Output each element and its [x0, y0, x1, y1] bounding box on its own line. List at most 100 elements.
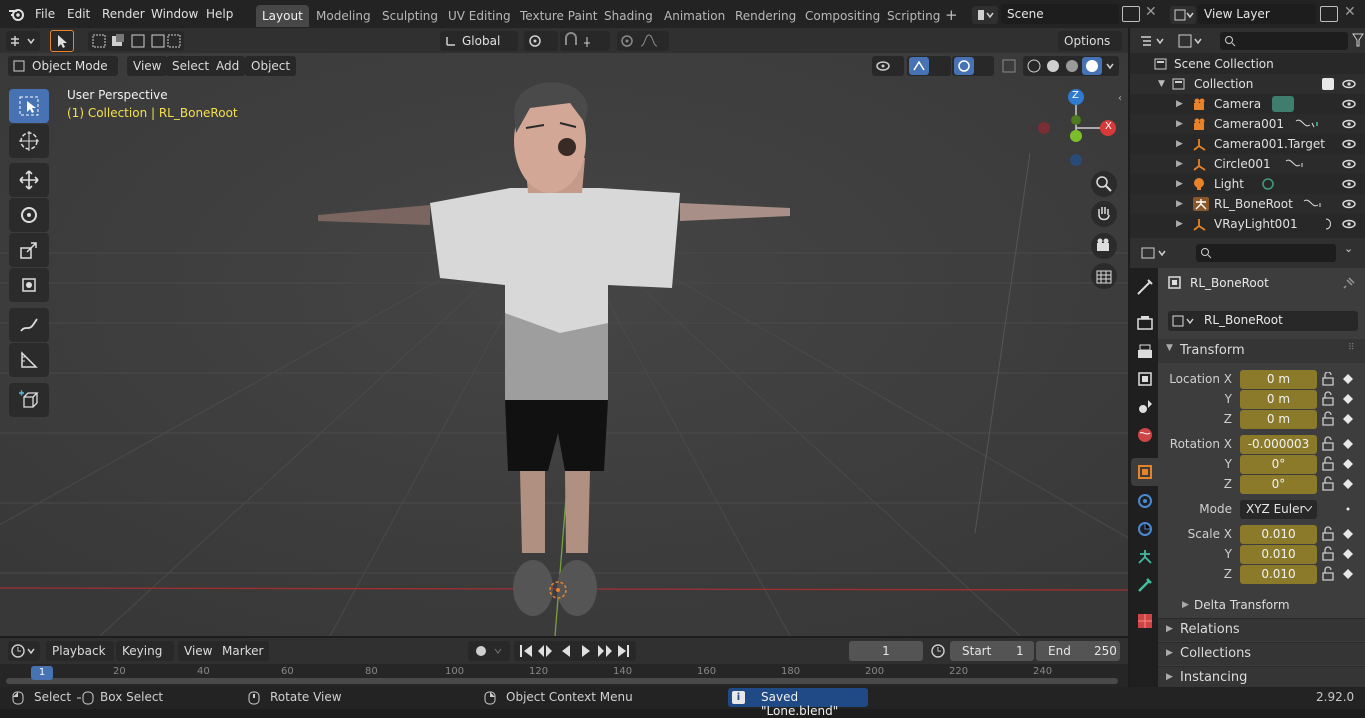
expand-arrow-icon[interactable]: ▶ [1176, 174, 1183, 194]
location-z-field[interactable]: 0 m [1240, 410, 1317, 429]
navigation-gizmo[interactable]: Z X [1030, 85, 1122, 169]
menu-file[interactable]: File [29, 4, 61, 24]
object-name-field[interactable]: RL_BoneRoot [1168, 311, 1358, 331]
menu-add[interactable]: Add [210, 56, 246, 76]
expand-arrow-icon[interactable]: ▶ [1176, 134, 1183, 154]
render-tab-icon[interactable] [1134, 312, 1156, 334]
rotation-mode-dropdown[interactable]: XYZ Euler [1240, 500, 1317, 519]
menu-edit[interactable]: Edit [61, 4, 96, 24]
start-frame-field[interactable]: Start 1 [950, 641, 1034, 661]
menu-window[interactable]: Window [145, 4, 204, 24]
add-workspace-button[interactable]: + [945, 6, 958, 24]
playhead[interactable]: 1 [31, 666, 53, 680]
tab-layout[interactable]: Layout [256, 5, 309, 27]
outliner-collection[interactable]: ▼ Collection [1130, 74, 1365, 94]
texture-tab-icon[interactable] [1134, 610, 1156, 632]
tab-sculpting[interactable]: Sculpting [376, 5, 444, 27]
relations-panel-header[interactable]: ▶ Relations [1158, 618, 1365, 641]
scene-tab-icon[interactable] [1134, 396, 1156, 418]
scale-x-field[interactable]: 0.010 [1240, 525, 1317, 544]
tab-modeling[interactable]: Modeling [310, 5, 377, 27]
rotation-y-field[interactable]: 0° [1240, 455, 1317, 474]
drag-handle-icon[interactable]: ⠿ [1348, 343, 1355, 353]
auto-keying-toggle[interactable] [468, 641, 510, 661]
collapse-arrow-icon[interactable]: ▼ [1158, 74, 1165, 94]
visibility-icon[interactable] [872, 56, 904, 76]
outliner-search-input[interactable] [1220, 32, 1348, 50]
cursor-tool[interactable] [9, 124, 49, 158]
scene-name-field[interactable]: Scene [1001, 4, 1119, 24]
xray-icon[interactable] [999, 56, 1019, 76]
modifier-tab-icon[interactable] [1134, 490, 1156, 512]
outliner-item-camera001[interactable]: ▶ Camera001 [1130, 114, 1365, 134]
scale-tool[interactable] [9, 233, 49, 267]
3d-viewport[interactable]: User Perspective (1) Collection | RL_Bon… [0, 53, 1128, 636]
delta-transform-subpanel[interactable]: ▶ Delta Transform [1158, 595, 1365, 617]
sidebar-toggle-icon[interactable]: ‹ [1118, 93, 1122, 104]
keying-menu[interactable]: Keying [116, 641, 174, 661]
lock-keyframe-icons[interactable] [1322, 372, 1362, 587]
scale-y-field[interactable]: 0.010 [1240, 545, 1317, 564]
transform-tool[interactable] [9, 268, 49, 302]
pin-icon[interactable] [1342, 276, 1356, 290]
options-dropdown[interactable]: Options [1058, 31, 1122, 51]
properties-search-input[interactable] [1196, 244, 1336, 262]
collections-panel-header[interactable]: ▶ Collections [1158, 642, 1365, 665]
timeline-view-menu[interactable]: View [178, 641, 219, 661]
physics-tab-icon[interactable] [1134, 518, 1156, 540]
expand-arrow-icon[interactable]: ▶ [1176, 194, 1183, 214]
measure-tool[interactable] [9, 343, 49, 377]
outliner-item-camera001-target[interactable]: ▶ Camera001.Target [1130, 134, 1365, 154]
rotate-tool[interactable] [9, 198, 49, 232]
object-tab-active[interactable] [1131, 458, 1158, 486]
selection-mode-buttons[interactable] [88, 31, 184, 51]
delete-view-layer-icon[interactable]: ✕ [1344, 4, 1356, 20]
tab-rendering[interactable]: Rendering [729, 5, 802, 27]
expand-arrow-icon[interactable]: ▶ [1176, 114, 1183, 134]
timeline-ruler[interactable]: 1 0 20 40 60 80 100 120 140 160 180 200 … [0, 664, 1128, 687]
collection-checkbox[interactable] [1322, 78, 1334, 90]
world-tab-icon[interactable] [1134, 424, 1156, 446]
visibility-eye-icon[interactable] [1342, 214, 1356, 240]
display-mode-icon[interactable] [1176, 31, 1206, 51]
select-tool-icon[interactable] [50, 30, 74, 52]
editor-type-icon[interactable] [6, 31, 40, 51]
properties-editor-icon[interactable] [1140, 244, 1170, 262]
transform-panel-header[interactable]: ▼ Transform ⠿ [1158, 339, 1365, 363]
outliner-item-rl-boneroot[interactable]: ▶ RL_BoneRoot [1130, 194, 1365, 214]
tab-scripting[interactable]: Scripting [881, 5, 946, 27]
blender-logo-icon[interactable] [8, 6, 26, 22]
transform-orientation-dropdown[interactable]: Global [440, 31, 518, 51]
menu-help[interactable]: Help [200, 4, 239, 24]
tool-tab-icon[interactable] [1134, 276, 1156, 298]
expand-arrow-icon[interactable]: ▶ [1176, 214, 1183, 234]
outliner-editor-icon[interactable] [1138, 31, 1168, 51]
playback-menu[interactable]: Playback [46, 641, 114, 661]
pan-hand-icon[interactable] [1091, 201, 1117, 227]
tab-shading[interactable]: Shading [598, 5, 659, 27]
current-frame-field[interactable]: 1 [849, 641, 923, 661]
outliner-item-circle001[interactable]: ▶ Circle001 [1130, 154, 1365, 174]
camera-view-icon[interactable] [1091, 233, 1117, 259]
rotation-z-field[interactable]: 0° [1240, 475, 1317, 494]
overlays-toggle-icon[interactable] [952, 56, 994, 76]
properties-options-icon[interactable]: ⌄ [1344, 242, 1353, 255]
playback-buttons-icon[interactable] [514, 641, 636, 661]
gizmo-toggle-icon[interactable] [907, 56, 951, 76]
scene-selector-icon[interactable] [972, 6, 998, 24]
end-frame-field[interactable]: End 250 [1036, 641, 1120, 661]
menu-object[interactable]: Object [245, 56, 297, 76]
expand-arrow-icon[interactable]: ▶ [1176, 94, 1183, 114]
tab-uv-editing[interactable]: UV Editing [442, 5, 517, 27]
constraints-tab-icon[interactable] [1134, 546, 1156, 568]
view-layer-selector-icon[interactable] [1170, 6, 1196, 24]
rotation-x-field[interactable]: -0.000003 [1240, 435, 1317, 454]
expand-arrow-icon[interactable]: ▶ [1176, 154, 1183, 174]
instancing-panel-header[interactable]: ▶ Instancing [1158, 666, 1365, 688]
tab-compositing[interactable]: Compositing [799, 5, 886, 27]
playback-controls[interactable] [514, 641, 636, 661]
outliner-scene-collection[interactable]: Scene Collection [1130, 54, 1365, 74]
scale-z-field[interactable]: 0.010 [1240, 565, 1317, 584]
outliner-item-light[interactable]: ▶ Light [1130, 174, 1365, 194]
filter-icon[interactable] [1352, 32, 1364, 51]
